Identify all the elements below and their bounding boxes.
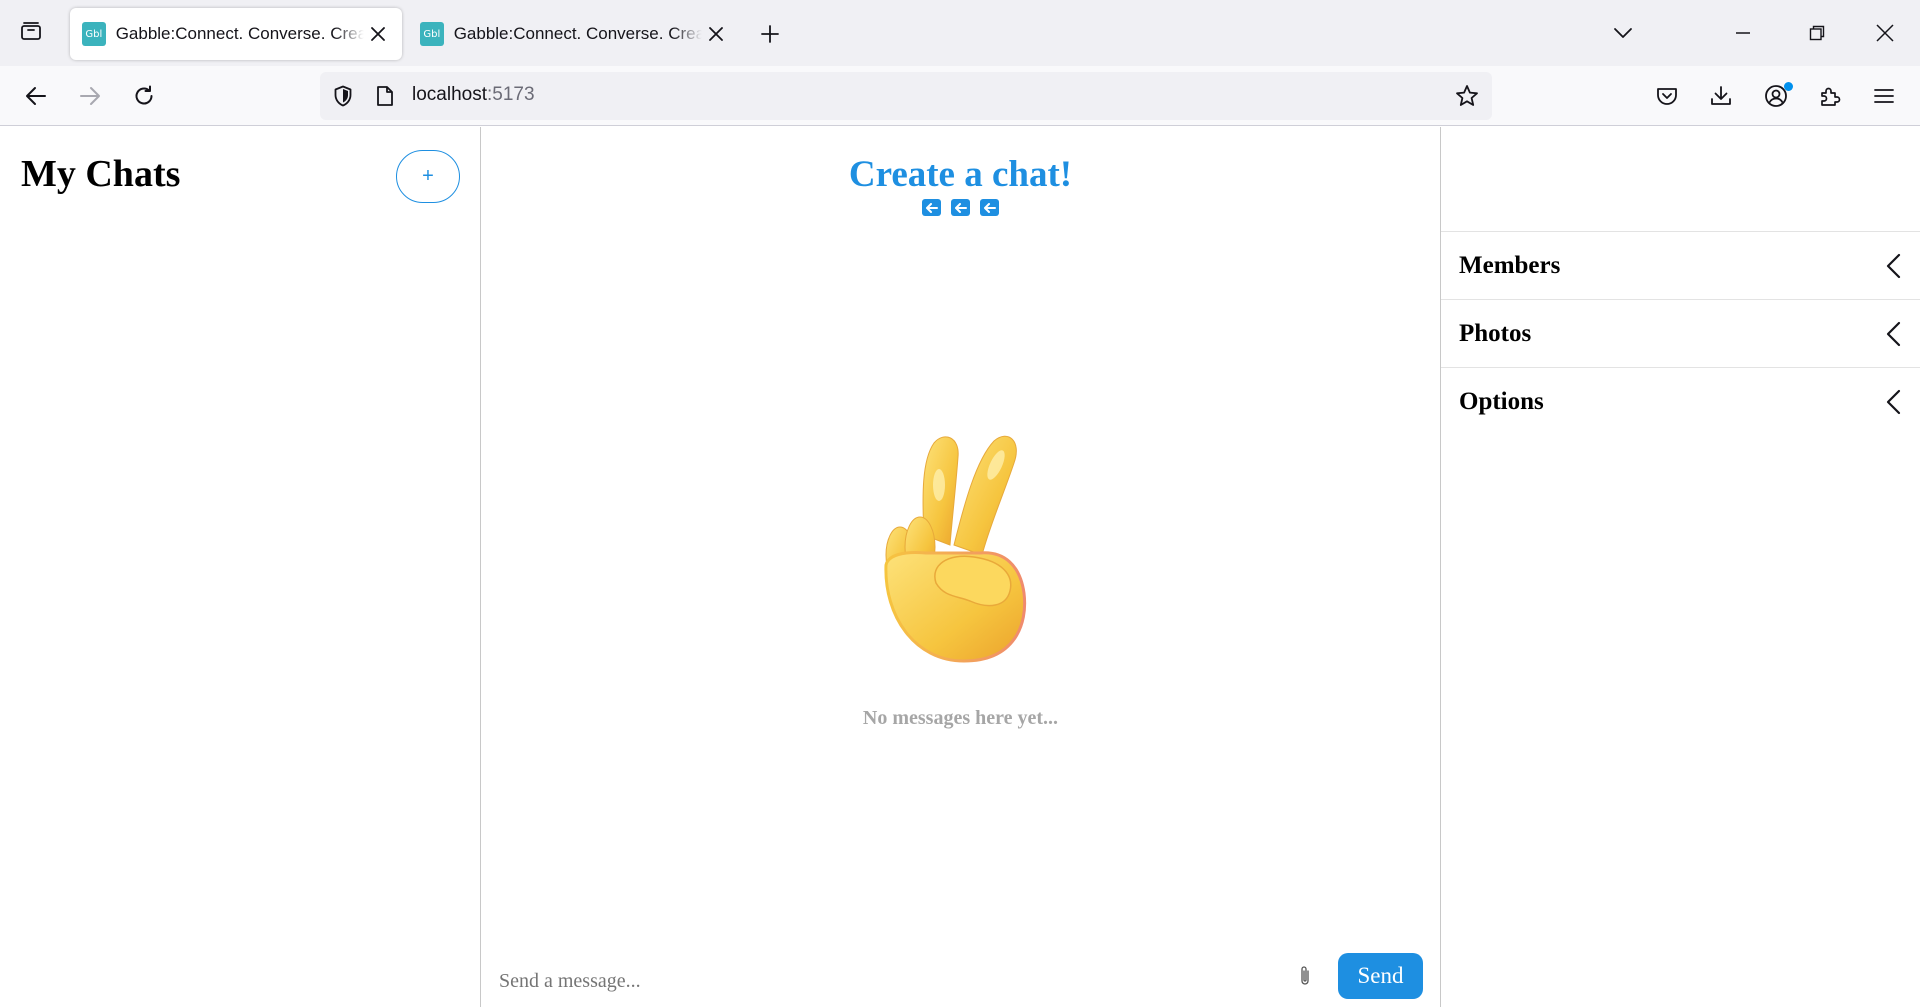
accordion-members[interactable]: Members [1441,232,1920,300]
chat-panel: Create a chat! No messages here yet... S… [481,127,1440,1007]
browser-tab-strip: Gbl Gabble:Connect. Converse. Create. Gb… [0,0,1920,66]
url-host: localhost [412,84,487,105]
tab-inactive[interactable]: Gbl Gabble:Connect. Converse. Create. [408,8,740,60]
close-icon[interactable] [366,22,390,46]
reload-icon[interactable] [124,76,164,116]
chat-details-panel: Members Photos Options [1440,127,1920,1007]
chevron-left-icon[interactable] [1879,320,1907,348]
notification-dot [1784,82,1793,91]
send-button[interactable]: Send [1338,953,1423,999]
empty-chat-message: No messages here yet... [862,707,1059,729]
account-icon[interactable] [1756,76,1796,116]
message-input[interactable] [499,963,1259,999]
tab-active[interactable]: Gbl Gabble:Connect. Converse. Create. [70,8,402,60]
hamburger-menu-icon[interactable] [1864,76,1904,116]
pocket-icon[interactable] [1647,76,1687,116]
page-icon[interactable] [373,84,397,108]
chevron-down-icon[interactable] [1606,16,1640,50]
tab-list-icon[interactable] [14,14,48,48]
accordion-label: Options [1459,388,1544,415]
url-text[interactable]: localhost:5173 [412,84,535,106]
restore-icon[interactable] [1800,16,1834,50]
close-icon[interactable] [1868,16,1902,50]
chat-title: Create a chat! [848,154,1073,195]
minimize-icon[interactable] [1726,16,1760,50]
app-viewport: My Chats + Create a chat! No messages he… [0,127,1920,1007]
browser-nav-bar: localhost:5173 [0,66,1920,126]
plus-icon[interactable] [752,16,788,52]
gabble-favicon-icon: Gbl [82,22,106,46]
left-arrow-icon [980,199,999,216]
forward-arrow-icon[interactable] [70,76,110,116]
back-arrow-icon[interactable] [16,76,56,116]
chevron-left-icon[interactable] [1879,252,1907,280]
extensions-icon[interactable] [1810,76,1850,116]
shield-icon[interactable] [331,84,355,108]
left-arrow-icon [951,199,970,216]
url-bar[interactable]: localhost:5173 [320,72,1492,120]
new-chat-button[interactable]: + [396,150,460,203]
victory-hand-emoji-icon [884,435,1027,663]
close-icon[interactable] [704,22,728,46]
gabble-favicon-icon: Gbl [420,22,444,46]
star-icon[interactable] [1455,84,1479,108]
tab-title: Gabble:Connect. Converse. Create. [115,24,365,43]
accordion-label: Photos [1459,320,1532,347]
my-chats-panel: My Chats + [0,127,481,1007]
left-arrow-icon [922,199,941,216]
download-icon[interactable] [1701,76,1741,116]
accordion-options[interactable]: Options [1441,368,1920,436]
my-chats-title: My Chats [21,153,181,195]
chevron-left-icon[interactable] [1879,388,1907,416]
arrow-decoration [922,199,999,216]
accordion-label: Members [1459,252,1561,279]
tab-title: Gabble:Connect. Converse. Create. [453,24,703,43]
url-port: :5173 [487,84,535,105]
paperclip-icon[interactable] [1294,962,1316,990]
accordion-photos[interactable]: Photos [1441,300,1920,368]
